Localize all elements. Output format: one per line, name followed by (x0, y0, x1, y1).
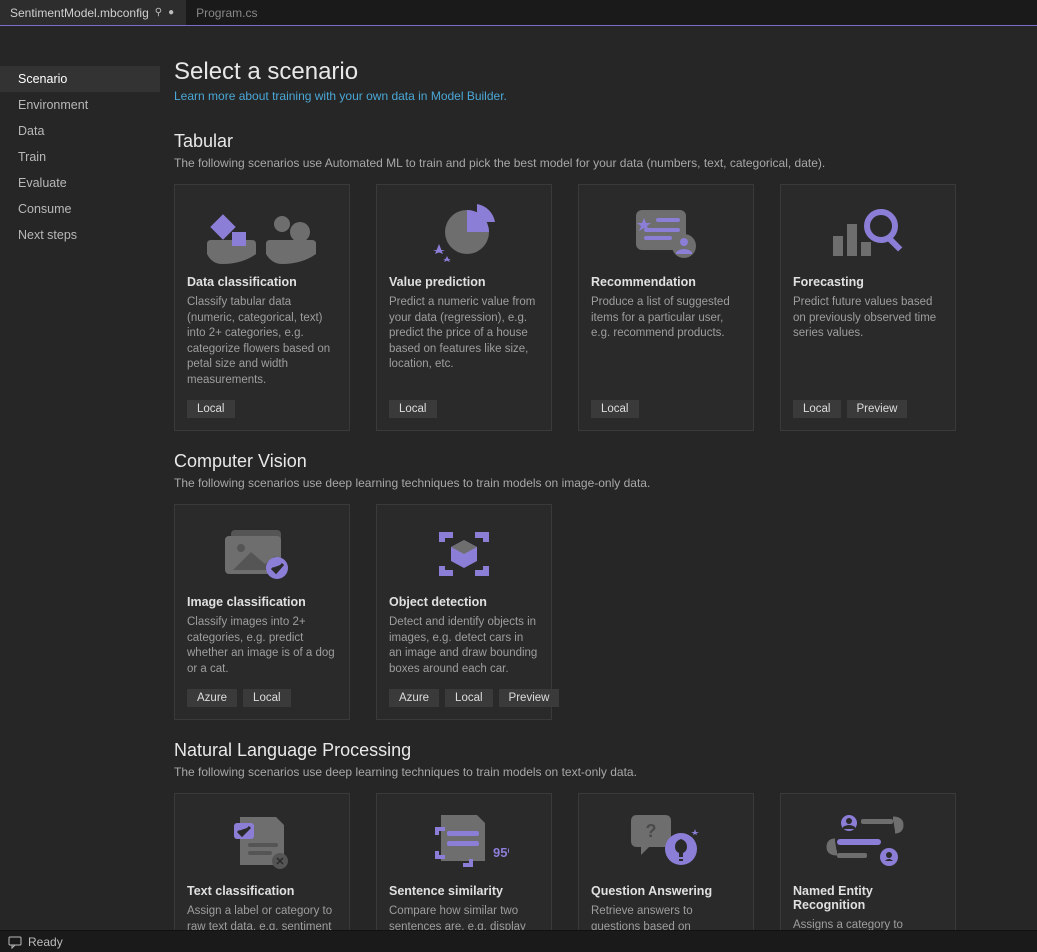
card-value-prediction[interactable]: Value prediction Predict a numeric value… (376, 184, 552, 431)
ner-icon (793, 808, 943, 878)
btn-row: Local (591, 400, 741, 418)
svg-text:✕: ✕ (275, 856, 284, 868)
card-title: Object detection (389, 595, 539, 609)
question-answering-icon: ? (591, 808, 741, 878)
value-prediction-icon (389, 199, 539, 269)
local-button[interactable]: Local (445, 689, 493, 707)
section-desc-cv: The following scenarios use deep learnin… (174, 476, 1007, 490)
btn-row: Local Preview (793, 400, 943, 418)
preview-button[interactable]: Preview (499, 689, 560, 707)
sidebar-item-evaluate[interactable]: Evaluate (0, 170, 160, 196)
sidebar: Scenario Environment Data Train Evaluate… (0, 26, 160, 930)
section-desc-nlp: The following scenarios use deep learnin… (174, 765, 1007, 779)
pin-icon[interactable]: ⚲ (155, 7, 162, 18)
card-image-classification[interactable]: Image classification Classify images int… (174, 504, 350, 720)
comment-icon (8, 935, 22, 949)
card-title: Question Answering (591, 884, 741, 898)
card-sentence-similarity[interactable]: 95% Sentence similarity Compare how simi… (376, 793, 552, 930)
card-row-nlp: ✕ Text classification Assign a label or … (174, 793, 1007, 930)
tab-program[interactable]: Program.cs (186, 0, 269, 25)
card-object-detection[interactable]: Object detection Detect and identify obj… (376, 504, 552, 720)
sidebar-item-consume[interactable]: Consume (0, 196, 160, 222)
card-desc: Assigns a category to individual words i… (793, 918, 943, 930)
card-title: Image classification (187, 595, 337, 609)
btn-row: Azure Local Preview (389, 689, 539, 707)
sidebar-item-train[interactable]: Train (0, 144, 160, 170)
card-title: Sentence similarity (389, 884, 539, 898)
card-desc: Retrieve answers to questions based on c… (591, 904, 741, 930)
card-title: Value prediction (389, 275, 539, 289)
image-classification-icon (187, 519, 337, 589)
card-title: Text classification (187, 884, 337, 898)
card-desc: Predict a numeric value from your data (… (389, 295, 539, 388)
card-recommendation[interactable]: Recommendation Produce a list of suggest… (578, 184, 754, 431)
svg-text:?: ? (646, 821, 657, 841)
card-title: Forecasting (793, 275, 943, 289)
card-desc: Classify tabular data (numeric, categori… (187, 295, 337, 388)
forecasting-icon (793, 199, 943, 269)
card-row-tabular: Data classification Classify tabular dat… (174, 184, 1007, 431)
recommendation-icon (591, 199, 741, 269)
card-desc: Compare how similar two sentences are, e… (389, 904, 539, 930)
card-desc: Classify images into 2+ categories, e.g.… (187, 615, 337, 677)
page-title: Select a scenario (174, 58, 1007, 86)
card-title: Named Entity Recognition (793, 884, 943, 912)
main-area: Scenario Environment Data Train Evaluate… (0, 26, 1037, 930)
tab-label: SentimentModel.mbconfig (10, 6, 149, 20)
local-button[interactable]: Local (591, 400, 639, 418)
sidebar-item-data[interactable]: Data (0, 118, 160, 144)
sentence-similarity-icon: 95% (389, 808, 539, 878)
azure-button[interactable]: Azure (389, 689, 439, 707)
section-title-nlp: Natural Language Processing (174, 740, 1007, 761)
preview-button[interactable]: Preview (847, 400, 908, 418)
local-button[interactable]: Local (187, 400, 235, 418)
card-title: Data classification (187, 275, 337, 289)
card-text-classification[interactable]: ✕ Text classification Assign a label or … (174, 793, 350, 930)
btn-row: Local (187, 400, 337, 418)
card-data-classification[interactable]: Data classification Classify tabular dat… (174, 184, 350, 431)
card-named-entity-recognition[interactable]: Named Entity Recognition Assigns a categ… (780, 793, 956, 930)
status-bar: Ready (0, 930, 1037, 952)
local-button[interactable]: Local (243, 689, 291, 707)
dirty-dot-icon: ● (168, 7, 174, 18)
tab-label: Program.cs (196, 6, 257, 20)
text-classification-icon: ✕ (187, 808, 337, 878)
card-row-cv: Image classification Classify images int… (174, 504, 1007, 720)
btn-row: Azure Local (187, 689, 337, 707)
status-text: Ready (28, 935, 63, 949)
tab-sentimentmodel[interactable]: SentimentModel.mbconfig ⚲ ● (0, 0, 186, 25)
card-desc: Assign a label or category to raw text d… (187, 904, 337, 930)
data-classification-icon (187, 199, 337, 269)
sidebar-item-environment[interactable]: Environment (0, 92, 160, 118)
content: Select a scenario Learn more about train… (160, 26, 1037, 930)
svg-text:95%: 95% (493, 845, 509, 860)
section-title-cv: Computer Vision (174, 451, 1007, 472)
learn-more-link[interactable]: Learn more about training with your own … (174, 89, 507, 103)
card-forecasting[interactable]: Forecasting Predict future values based … (780, 184, 956, 431)
card-desc: Detect and identify objects in images, e… (389, 615, 539, 677)
section-desc-tabular: The following scenarios use Automated ML… (174, 156, 1007, 170)
card-desc: Predict future values based on previousl… (793, 295, 943, 388)
sidebar-item-next-steps[interactable]: Next steps (0, 222, 160, 248)
card-question-answering[interactable]: ? Question Answering Retrieve answers to… (578, 793, 754, 930)
local-button[interactable]: Local (389, 400, 437, 418)
azure-button[interactable]: Azure (187, 689, 237, 707)
btn-row: Local (389, 400, 539, 418)
local-button[interactable]: Local (793, 400, 841, 418)
object-detection-icon (389, 519, 539, 589)
card-desc: Produce a list of suggested items for a … (591, 295, 741, 388)
tab-bar: SentimentModel.mbconfig ⚲ ● Program.cs (0, 0, 1037, 26)
section-title-tabular: Tabular (174, 131, 1007, 152)
card-title: Recommendation (591, 275, 741, 289)
sidebar-item-scenario[interactable]: Scenario (0, 66, 160, 92)
